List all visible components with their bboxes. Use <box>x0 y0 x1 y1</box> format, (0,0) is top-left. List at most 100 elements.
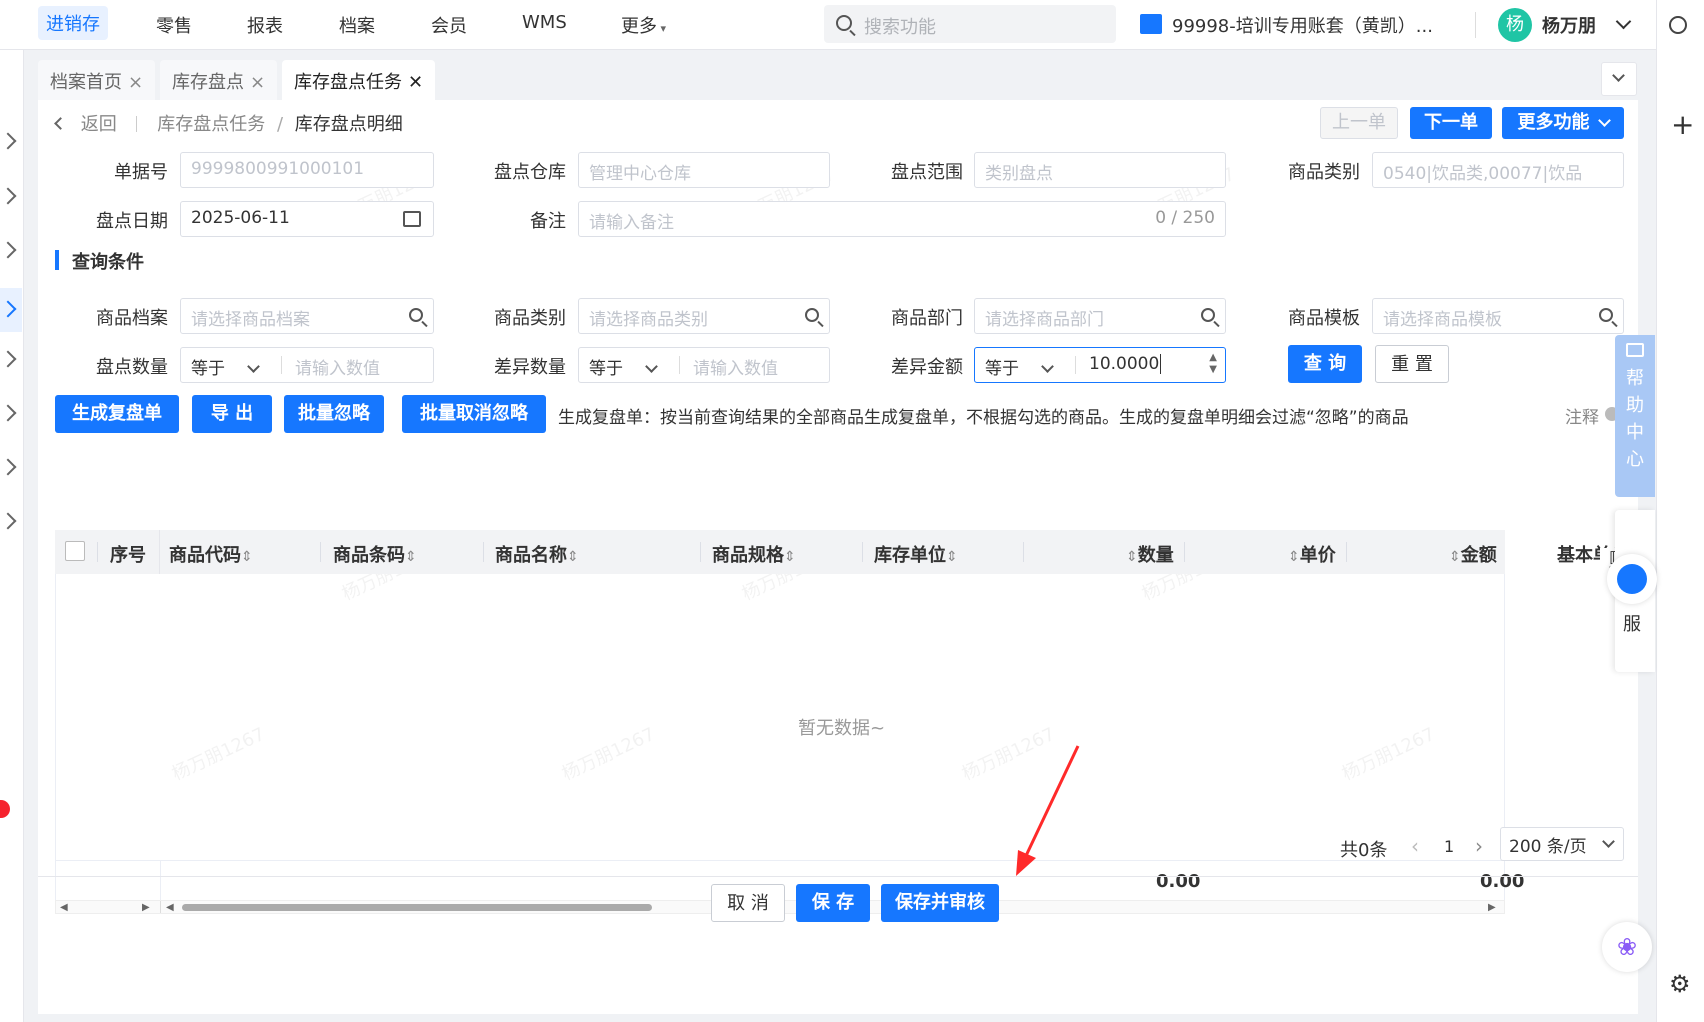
plus-icon[interactable]: + <box>1671 111 1694 139</box>
left-sidebar-collapsed <box>0 50 24 1022</box>
close-icon[interactable]: × <box>128 72 143 93</box>
save-button[interactable]: 保 存 <box>796 884 870 922</box>
scope-field: 类别盘点 <box>974 152 1226 188</box>
prev-page-icon[interactable]: ‹ <box>1411 834 1419 858</box>
scrollbar-thumb[interactable] <box>182 904 652 911</box>
tab-inventory-count-task[interactable]: 库存盘点任务 ✕ <box>282 60 436 100</box>
next-doc-button[interactable]: 下一单 <box>1410 107 1492 139</box>
chevron-down-icon <box>1597 114 1611 127</box>
total-count: 共0条 <box>1340 840 1388 861</box>
customer-service-dock[interactable]: 服 <box>1607 510 1657 672</box>
gear-icon[interactable]: ⚙ <box>1669 970 1691 998</box>
product-category-label: 商品类别 <box>494 308 566 329</box>
date-label: 盘点日期 <box>96 211 168 232</box>
prev-doc-button[interactable]: 上一单 <box>1320 107 1398 139</box>
account-selector[interactable]: 99998-培训专用账套（黄凯）... <box>1172 12 1433 38</box>
nav-wms[interactable]: WMS <box>522 12 567 33</box>
date-field[interactable]: 2025-06-11 <box>180 201 434 237</box>
nav-reports[interactable]: 报表 <box>247 12 283 38</box>
close-icon[interactable]: ✕ <box>408 72 423 93</box>
notification-dot[interactable] <box>0 800 10 818</box>
scroll-left-icon[interactable]: ◀ <box>166 902 174 913</box>
avatar[interactable]: 杨 <box>1498 8 1532 42</box>
search-placeholder: 搜索功能 <box>864 17 936 38</box>
service-label: 服 <box>1623 614 1641 635</box>
save-and-audit-button[interactable]: 保存并审核 <box>881 884 999 922</box>
ai-assistant-icon[interactable]: ❀ <box>1602 922 1652 972</box>
close-icon[interactable]: × <box>250 72 265 93</box>
back-link[interactable]: 返回 <box>81 114 117 135</box>
batch-ignore-button[interactable]: 批量忽略 <box>284 395 384 433</box>
product-template-label: 商品模板 <box>1288 308 1360 329</box>
search-icon[interactable] <box>1201 308 1215 322</box>
search-icon[interactable] <box>805 308 819 322</box>
chevron-right-icon[interactable] <box>0 512 17 530</box>
chevron-right-icon[interactable] <box>0 350 17 368</box>
batch-unignore-button[interactable]: 批量取消忽略 <box>402 395 546 433</box>
count-qty-operator[interactable]: 等于 <box>191 354 260 379</box>
diff-qty-operator[interactable]: 等于 <box>589 354 658 379</box>
col-amount[interactable]: ⇕金额 <box>1449 541 1497 567</box>
next-page-icon[interactable]: › <box>1475 834 1483 858</box>
tab-inventory-count[interactable]: 库存盘点 × <box>160 60 278 100</box>
generate-recheck-button[interactable]: 生成复盘单 <box>55 395 179 433</box>
page-number[interactable]: 1 <box>1444 837 1454 856</box>
col-stock-unit[interactable]: 库存单位⇕ <box>874 541 958 567</box>
amount-total: 0.00 <box>1480 871 1525 892</box>
nav-retail[interactable]: 零售 <box>156 12 192 38</box>
scroll-left-icon[interactable]: ◀ <box>60 902 68 913</box>
col-product-name[interactable]: 商品名称⇕ <box>495 541 579 567</box>
count-qty-input[interactable]: 请输入数值 <box>295 354 380 379</box>
reset-button[interactable]: 重 置 <box>1375 345 1449 383</box>
search-icon[interactable] <box>1599 308 1613 322</box>
recheck-tip: 生成复盘单：按当前查询结果的全部商品生成复盘单，不根据勾选的商品。生成的复盘单明… <box>558 408 1409 428</box>
product-category-input[interactable]: 请选择商品类别 <box>578 298 830 334</box>
product-template-input[interactable]: 请选择商品模板 <box>1372 298 1624 334</box>
scroll-right-icon[interactable]: ▶ <box>1488 902 1496 913</box>
tab-archive-home[interactable]: 档案首页 × <box>38 60 156 100</box>
product-search-input[interactable]: 请选择商品档案 <box>180 298 434 334</box>
more-functions-button[interactable]: 更多功能 <box>1502 107 1624 139</box>
divider <box>679 356 680 374</box>
product-dept-input[interactable]: 请选择商品部门 <box>974 298 1226 334</box>
diff-amount-operator[interactable]: 等于 <box>985 354 1054 379</box>
function-search-input[interactable]: 搜索功能 <box>824 5 1116 43</box>
chevron-down-icon[interactable] <box>1615 13 1632 30</box>
nav-jinxiaocun[interactable]: 进销存 <box>38 6 108 40</box>
page-size-select[interactable]: 200 条/页 <box>1500 827 1624 861</box>
chevron-down-icon <box>1041 360 1054 373</box>
export-button[interactable]: 导 出 <box>192 395 272 433</box>
col-quantity[interactable]: ⇕数量 <box>1126 541 1174 567</box>
right-toolbar: + ⚙ <box>1656 0 1704 1022</box>
scroll-right-icon[interactable]: ▶ <box>142 902 150 913</box>
stepper-icon[interactable]: ▲ ▼ <box>1209 352 1217 376</box>
note-link[interactable]: 注释 <box>1565 403 1599 428</box>
nav-more[interactable]: 更多 ▾ <box>621 12 666 38</box>
tab-dropdown-button[interactable] <box>1601 62 1637 96</box>
remark-input[interactable]: 请输入备注 0 / 250 <box>578 201 1226 237</box>
chevron-right-icon[interactable] <box>0 241 17 259</box>
username[interactable]: 杨万朋 <box>1542 12 1596 38</box>
diff-qty-input[interactable]: 请输入数值 <box>693 354 778 379</box>
chevron-right-icon[interactable] <box>0 132 17 150</box>
col-product-code[interactable]: 商品代码⇕ <box>169 541 253 567</box>
diff-amount-input[interactable]: 10.0000 <box>1089 354 1162 374</box>
chevron-right-icon[interactable] <box>0 458 17 476</box>
breadcrumb-parent[interactable]: 库存盘点任务 <box>157 114 265 135</box>
nav-archive[interactable]: 档案 <box>339 12 375 38</box>
select-all-checkbox[interactable] <box>65 541 85 561</box>
chevron-right-icon[interactable] <box>0 404 17 422</box>
search-icon[interactable] <box>409 308 423 322</box>
cancel-button[interactable]: 取 消 <box>711 884 785 922</box>
col-unit-price[interactable]: ⇕单价 <box>1288 541 1336 567</box>
col-barcode[interactable]: 商品条码⇕ <box>333 541 417 567</box>
search-icon[interactable] <box>1669 16 1687 34</box>
nav-member[interactable]: 会员 <box>431 12 467 38</box>
query-button[interactable]: 查 询 <box>1288 345 1362 383</box>
chevron-right-icon[interactable] <box>0 187 17 205</box>
help-center-dock[interactable]: 帮 助 中 心 <box>1615 335 1655 497</box>
divider <box>320 542 321 562</box>
chevron-left-icon[interactable] <box>54 117 67 130</box>
chevron-down-icon <box>247 360 260 373</box>
col-spec[interactable]: 商品规格⇕ <box>712 541 796 567</box>
